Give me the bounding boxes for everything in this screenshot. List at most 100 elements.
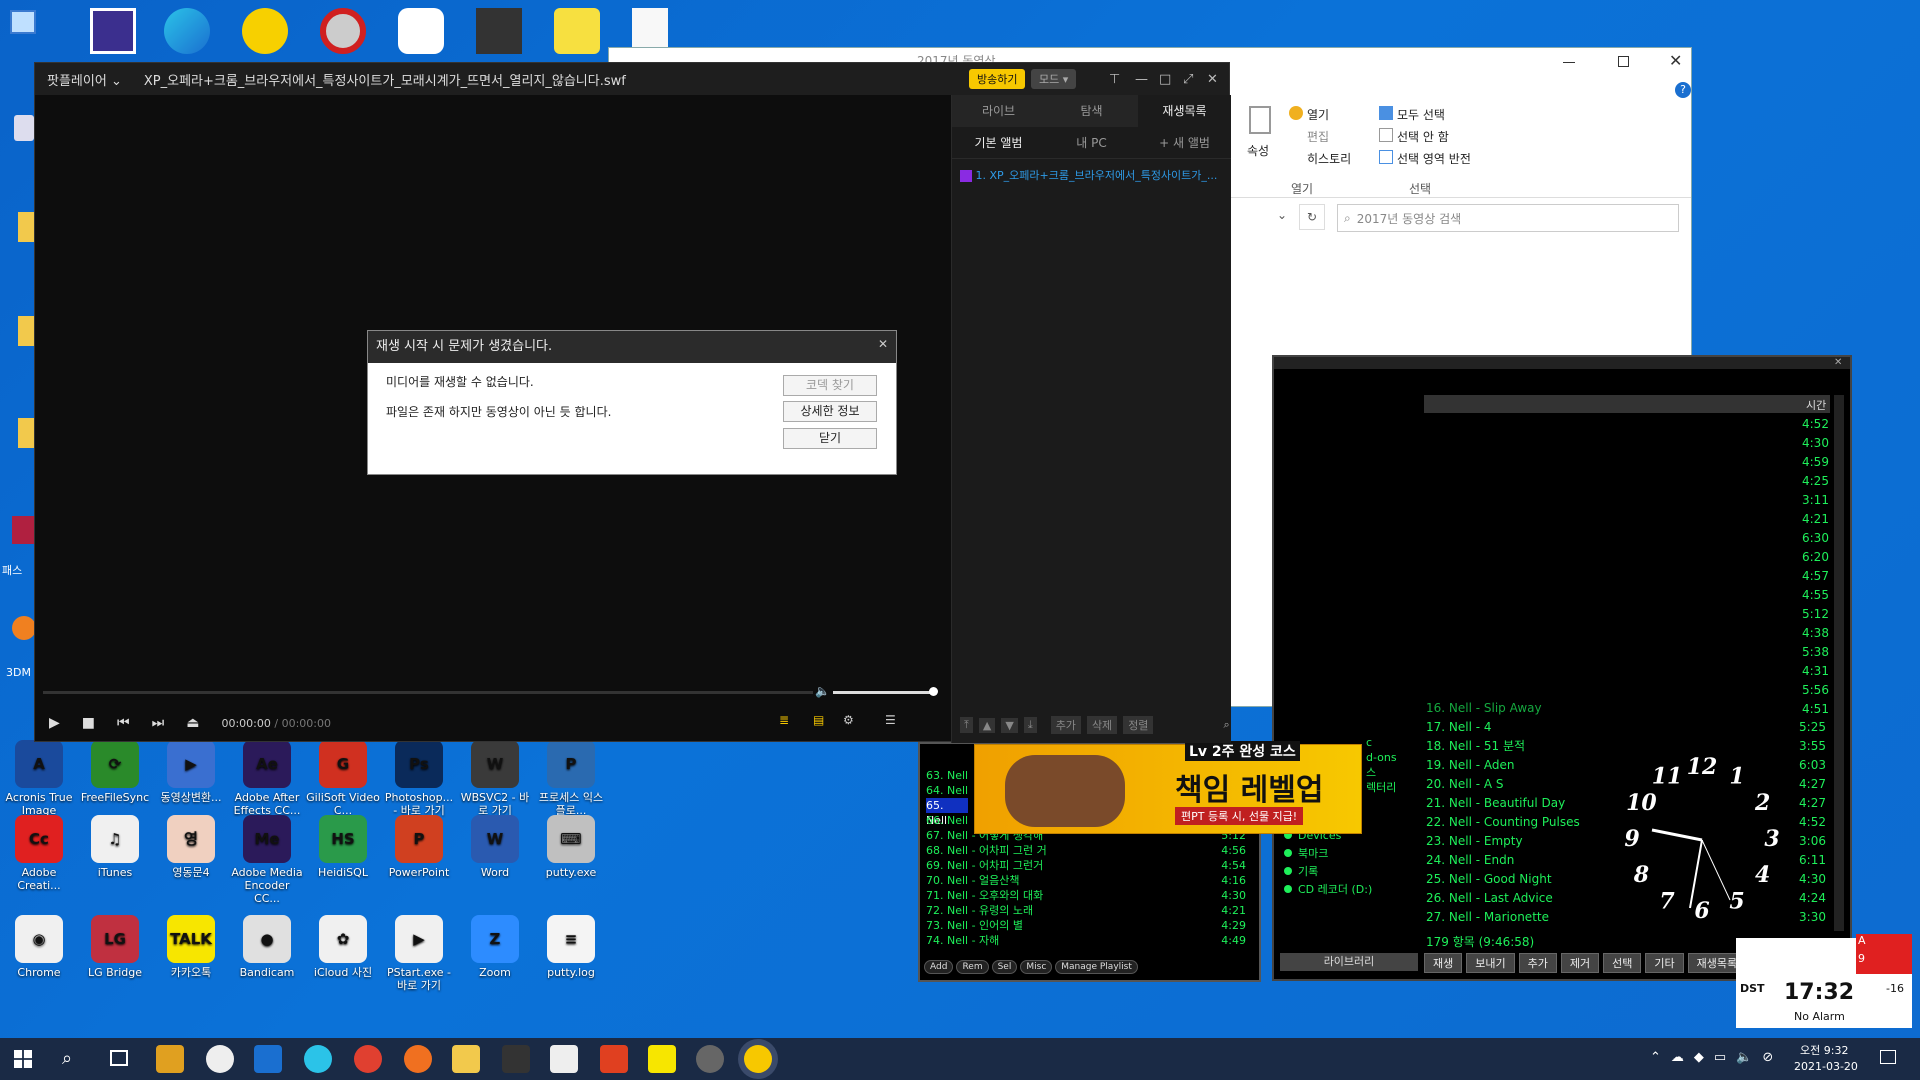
select-all-button[interactable]: 모두 선택 <box>1379 106 1445 123</box>
desktop-icon[interactable]: 영 영동문4 <box>154 815 228 879</box>
tray-time[interactable]: 오전 9:32 <box>1800 1042 1848 1058</box>
cloud-icon[interactable]: ☁ <box>1671 1050 1684 1065</box>
tab-playlist[interactable]: 재생목록 <box>1138 95 1231 127</box>
play-icon[interactable]: ▶ <box>49 715 60 731</box>
dialog-close-icon[interactable]: ✕ <box>878 337 888 351</box>
playlist-bottom-button[interactable]: 추가 <box>1518 953 1557 973</box>
winamp-close-icon[interactable]: ✕ <box>1834 357 1842 368</box>
volume-slider[interactable] <box>833 691 933 694</box>
recycle-bin-icon[interactable] <box>14 115 34 141</box>
onedrive-icon[interactable] <box>398 8 444 54</box>
desktop-icon[interactable]: Cc Adobe Creati... <box>2 815 76 892</box>
track-row[interactable]: 69. Nell - 어차피 그런거 4:54 <box>926 858 1246 873</box>
chrome-icon[interactable] <box>354 1045 382 1073</box>
track-row[interactable]: 65. Nell <box>926 798 968 827</box>
properties-icon[interactable] <box>1249 106 1271 134</box>
stop-icon[interactable]: ■ <box>82 715 95 731</box>
track-row[interactable]: 71. Nell - 오후와의 대화 4:30 <box>926 888 1246 903</box>
tree-item-partial[interactable]: c <box>1366 735 1397 750</box>
playlist-bottom-button[interactable]: 재생 <box>1424 953 1463 973</box>
maximize-icon[interactable]: □ <box>1159 72 1171 87</box>
pin-icon[interactable]: ⊤ <box>1109 72 1120 87</box>
desktop-icon[interactable]: LG LG Bridge <box>78 915 152 979</box>
desktop-icon[interactable]: ▶ PStart.exe - 바로 가기 <box>382 915 456 992</box>
desktop-icon[interactable]: Ae Adobe After Effects CC... <box>230 740 304 817</box>
firefox-icon[interactable] <box>404 1045 432 1073</box>
add-button[interactable]: 추가 <box>1050 716 1081 734</box>
mail-icon[interactable] <box>550 1045 578 1073</box>
delete-button[interactable]: 삭제 <box>1086 716 1118 734</box>
app-icon[interactable] <box>696 1045 724 1073</box>
tree-item[interactable]: CD 레코더 (D:) <box>1284 881 1372 899</box>
help-icon[interactable]: ? <box>1675 82 1691 98</box>
mode-button[interactable]: 모드 ▾ <box>1031 69 1077 89</box>
library-bottom-button[interactable]: Sel <box>991 960 1018 974</box>
playlist-item[interactable]: 1. XP_오페라+크롬_브라우저에서_특정사이트가_... <box>960 167 1228 183</box>
broadcast-button[interactable]: 방송하기 <box>969 69 1026 89</box>
tray-date[interactable]: 2021-03-20 <box>1794 1060 1858 1073</box>
desktop-icon[interactable]: P PowerPoint <box>382 815 456 879</box>
potplayer-icon[interactable] <box>242 8 288 54</box>
previous-icon[interactable]: ⏮ <box>117 715 130 731</box>
edge-icon[interactable] <box>304 1045 332 1073</box>
office-icon[interactable] <box>600 1045 628 1073</box>
library-bottom-button[interactable]: Add <box>924 960 954 974</box>
tree-item-partial[interactable]: 렉터리 <box>1366 780 1397 795</box>
address-dropdown-icon[interactable]: ⌄ <box>1277 208 1287 222</box>
desktop-icon[interactable]: ≡ putty.log <box>534 915 608 979</box>
settings-icon[interactable]: ⚙ <box>843 713 854 727</box>
taskbar-clock-icon[interactable] <box>206 1045 234 1073</box>
app-menu-button[interactable]: 팟플레이어 ⌄ <box>47 70 122 89</box>
chapter-icon[interactable]: ▤ <box>813 713 824 727</box>
tree-item-partial[interactable]: d-ons <box>1366 750 1397 765</box>
close-icon[interactable]: ✕ <box>1207 72 1218 87</box>
tree-item[interactable]: 북마크 <box>1284 845 1372 863</box>
potplayer-icon[interactable] <box>744 1045 772 1073</box>
desktop-icon[interactable]: G GiliSoft Video C... <box>306 740 380 817</box>
python-icon[interactable] <box>476 8 522 54</box>
search-subtitle-icon[interactable]: ≣ <box>779 713 789 727</box>
volume-knob[interactable] <box>929 687 938 696</box>
invert-selection-button[interactable]: 선택 영역 반전 <box>1379 150 1471 167</box>
volume-icon[interactable]: 🔈 <box>815 684 830 698</box>
fullscreen-icon[interactable]: ⤢ <box>1183 72 1193 87</box>
move-bottom-icon[interactable]: ⤓ <box>1023 717 1037 733</box>
dialog-close-button[interactable]: 닫기 <box>783 428 877 449</box>
bandicam-icon[interactable] <box>320 8 366 54</box>
desktop-icon[interactable]: ⌨ putty.exe <box>534 815 608 879</box>
library-bottom-button[interactable]: Rem <box>956 960 989 974</box>
playlist-bottom-button[interactable]: 선택 <box>1603 953 1642 973</box>
status-icon[interactable]: ⊘ <box>1762 1050 1773 1065</box>
store-icon[interactable] <box>502 1045 530 1073</box>
find-codec-button[interactable]: 코덱 찾기 <box>783 375 877 396</box>
open-button[interactable]: 열기 <box>1289 106 1329 123</box>
track-row[interactable]: 70. Nell - 얼음산책 4:16 <box>926 873 1246 888</box>
volume-icon[interactable]: 🔈 <box>1736 1050 1752 1065</box>
network-icon[interactable]: ▭ <box>1714 1050 1726 1065</box>
track-row[interactable]: 73. Nell - 인어의 별 4:29 <box>926 918 1246 933</box>
desktop-icon[interactable]: ◉ Chrome <box>2 915 76 979</box>
playlist-bottom-button[interactable]: 보내기 <box>1466 953 1515 973</box>
playlist-bottom-button[interactable]: 제거 <box>1560 953 1600 973</box>
playlist-bottom-button[interactable]: 기타 <box>1645 953 1684 973</box>
tab-my-pc[interactable]: 내 PC <box>1045 127 1138 158</box>
maximize-button[interactable] <box>1618 56 1629 67</box>
track-row[interactable]: 74. Nell - 자해 4:49 <box>926 933 1246 948</box>
minimize-button[interactable] <box>1563 62 1575 63</box>
task-view-icon[interactable] <box>110 1050 128 1066</box>
next-icon[interactable]: ⏭ <box>152 715 165 731</box>
tab-new-album[interactable]: + 새 앨범 <box>1138 127 1231 158</box>
taskbar-app-icon[interactable] <box>156 1045 184 1073</box>
search-icon[interactable]: ⌕ <box>62 1048 72 1069</box>
start-icon[interactable] <box>14 1050 32 1068</box>
notes-icon[interactable] <box>554 8 600 54</box>
desktop-icon[interactable]: A Acronis True Image <box>2 740 76 817</box>
tab-default-album[interactable]: 기본 앨범 <box>952 127 1045 158</box>
track-row[interactable]: 17. Nell - 4 5:25 <box>1426 718 1826 737</box>
move-top-icon[interactable]: ⤒ <box>960 717 973 733</box>
minimize-icon[interactable]: — <box>1135 72 1148 87</box>
desktop-icon[interactable]: W Word <box>458 815 532 879</box>
sort-button[interactable]: 정렬 <box>1123 716 1154 734</box>
dropbox-icon[interactable]: ◆ <box>1694 1050 1704 1065</box>
chevron-up-icon[interactable]: ⌃ <box>1650 1050 1661 1065</box>
